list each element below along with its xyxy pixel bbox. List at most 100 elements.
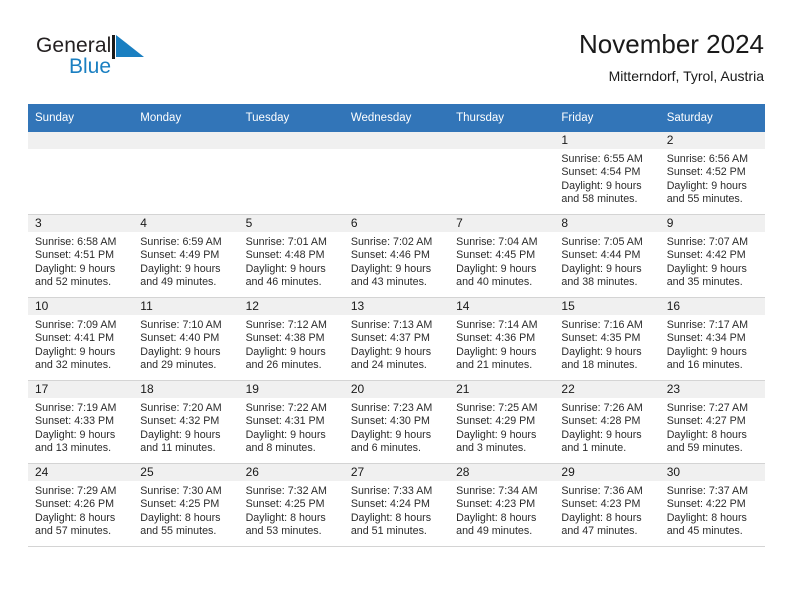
sunrise-text: Sunrise: 7:07 AM — [666, 236, 749, 248]
calendar-week-row: 10 Sunrise: 7:09 AM Sunset: 4:41 PM Dayligh… — [28, 297, 765, 381]
sunset-text: Sunset: 4:32 PM — [140, 415, 220, 428]
calendar-day-cell[interactable]: 21 Sunrise: 7:25 AM Sunset: 4:29 PM Dayligh… — [449, 380, 555, 464]
sunset-text: Sunset: 4:44 PM — [561, 249, 641, 262]
calendar-day-cell[interactable]: 14 Sunrise: 7:14 AM Sunset: 4:36 PM Dayligh… — [449, 297, 555, 381]
calendar-day-cell[interactable]: 26 Sunrise: 7:32 AM Sunset: 4:25 PM Dayligh… — [238, 463, 344, 547]
daylight-text-line1: Daylight: 9 hours — [140, 262, 221, 275]
day-number: 28 — [449, 464, 555, 481]
sunset-text: Sunset: 4:40 PM — [140, 332, 220, 345]
daylight-text-line1: Daylight: 9 hours — [561, 262, 642, 275]
day-number: 5 — [238, 215, 344, 232]
sunrise-text: Sunrise: 7:16 AM — [561, 319, 643, 331]
calendar-day-cell[interactable]: 22 Sunrise: 7:26 AM Sunset: 4:28 PM Dayligh… — [554, 380, 660, 464]
brand-logo[interactable]: General Blue — [36, 34, 256, 90]
daylight-text-line1: Daylight: 8 hours — [666, 511, 747, 524]
daylight-text-line1: Daylight: 9 hours — [456, 428, 537, 441]
sunset-text: Sunset: 4:27 PM — [666, 415, 746, 428]
calendar-day-cell[interactable]: 15 Sunrise: 7:16 AM Sunset: 4:35 PM Dayligh… — [554, 297, 660, 381]
calendar-day-cell[interactable]: 4 Sunrise: 6:59 AM Sunset: 4:49 PM Daylight… — [133, 214, 239, 298]
calendar-day-cell[interactable]: 30 Sunrise: 7:37 AM Sunset: 4:22 PM Dayligh… — [659, 463, 765, 547]
daylight-text-line1: Daylight: 9 hours — [666, 345, 747, 358]
daylight-text-line2: and 59 minutes. — [666, 441, 743, 454]
day-details: Sunrise: 6:56 AM Sunset: 4:52 PM Daylight:… — [660, 149, 765, 206]
sunrise-text: Sunrise: 7:01 AM — [245, 236, 327, 248]
daylight-text-line2: and 16 minutes. — [666, 358, 743, 371]
calendar-day-cell[interactable]: 6 Sunrise: 7:02 AM Sunset: 4:46 PM Daylight… — [343, 214, 450, 298]
day-details: Sunrise: 7:33 AM Sunset: 4:24 PM Daylight:… — [344, 481, 449, 538]
sunset-text: Sunset: 4:23 PM — [456, 498, 536, 511]
title-block: November 2024 Mitterndorf, Tyrol, Austri… — [579, 28, 764, 86]
calendar-day-cell[interactable]: 16 Sunrise: 7:17 AM Sunset: 4:34 PM Dayligh… — [659, 297, 765, 381]
day-number: 19 — [238, 381, 344, 398]
sunrise-text: Sunrise: 7:30 AM — [140, 485, 222, 497]
daylight-text-line1: Daylight: 9 hours — [666, 262, 747, 275]
daylight-text-line2: and 35 minutes. — [666, 275, 743, 288]
calendar-day-cell[interactable]: 18 Sunrise: 7:20 AM Sunset: 4:32 PM Dayligh… — [133, 380, 239, 464]
day-number: 12 — [238, 298, 344, 315]
sunrise-sunset-calendar: Sunday Monday Tuesday Wednesday Thursday… — [28, 104, 765, 547]
sunset-text: Sunset: 4:31 PM — [245, 415, 325, 428]
sunrise-text: Sunrise: 7:27 AM — [666, 402, 749, 414]
day-number: 11 — [133, 298, 239, 315]
daylight-text-line1: Daylight: 8 hours — [666, 428, 747, 441]
daylight-text-line1: Daylight: 9 hours — [245, 345, 326, 358]
calendar-day-cell[interactable]: 28 Sunrise: 7:34 AM Sunset: 4:23 PM Dayligh… — [449, 463, 555, 547]
page-title: November 2024 — [579, 29, 764, 59]
daylight-text-line1: Daylight: 8 hours — [456, 511, 537, 524]
calendar-day-cell[interactable]: 23 Sunrise: 7:27 AM Sunset: 4:27 PM Dayligh… — [659, 380, 765, 464]
calendar-day-cell[interactable]: 12 Sunrise: 7:12 AM Sunset: 4:38 PM Dayligh… — [238, 297, 344, 381]
calendar-day-cell[interactable]: 27 Sunrise: 7:33 AM Sunset: 4:24 PM Dayligh… — [343, 463, 450, 547]
daylight-text-line2: and 38 minutes. — [561, 275, 638, 288]
calendar-day-cell[interactable]: 24 Sunrise: 7:29 AM Sunset: 4:26 PM Dayligh… — [28, 463, 134, 547]
sunset-text: Sunset: 4:26 PM — [35, 498, 115, 511]
calendar-day-cell[interactable]: 11 Sunrise: 7:10 AM Sunset: 4:40 PM Dayligh… — [133, 297, 239, 381]
calendar-day-cell[interactable]: 8 Sunrise: 7:05 AM Sunset: 4:44 PM Daylight… — [554, 214, 660, 298]
brand-name-blue: Blue — [69, 55, 112, 78]
calendar-day-cell[interactable]: 7 Sunrise: 7:04 AM Sunset: 4:45 PM Daylight… — [449, 214, 555, 298]
calendar-day-cell[interactable]: 19 Sunrise: 7:22 AM Sunset: 4:31 PM Dayligh… — [238, 380, 344, 464]
sunset-text: Sunset: 4:51 PM — [35, 249, 115, 262]
day-number — [343, 132, 450, 149]
calendar-day-cell[interactable]: 20 Sunrise: 7:23 AM Sunset: 4:30 PM Dayligh… — [343, 380, 450, 464]
calendar-day-cell[interactable]: 1 Sunrise: 6:55 AM Sunset: 4:54 PM Daylight… — [554, 132, 660, 215]
daylight-text-line2: and 52 minutes. — [35, 275, 112, 288]
calendar-day-cell[interactable]: 25 Sunrise: 7:30 AM Sunset: 4:25 PM Dayligh… — [133, 463, 239, 547]
sunrise-text: Sunrise: 7:09 AM — [35, 319, 117, 331]
daylight-text-line2: and 40 minutes. — [456, 275, 533, 288]
calendar-day-cell[interactable]: 29 Sunrise: 7:36 AM Sunset: 4:23 PM Dayligh… — [554, 463, 660, 547]
calendar-day-cell[interactable]: 9 Sunrise: 7:07 AM Sunset: 4:42 PM Daylight… — [659, 214, 765, 298]
weekday-header-monday: Monday — [133, 104, 239, 132]
calendar-day-cell[interactable]: 2 Sunrise: 6:56 AM Sunset: 4:52 PM Daylight… — [659, 132, 765, 215]
sunset-text: Sunset: 4:33 PM — [35, 415, 115, 428]
daylight-text-line1: Daylight: 9 hours — [561, 345, 642, 358]
daylight-text-line1: Daylight: 9 hours — [350, 262, 432, 275]
page-subtitle: Mitterndorf, Tyrol, Austria — [608, 68, 764, 84]
sunrise-text: Sunrise: 7:37 AM — [666, 485, 749, 497]
day-details: Sunrise: 7:19 AM Sunset: 4:33 PM Daylight:… — [28, 398, 133, 455]
weekday-header-saturday: Saturday — [659, 104, 765, 132]
sunrise-text: Sunrise: 7:17 AM — [666, 319, 749, 331]
calendar-day-cell[interactable]: 5 Sunrise: 7:01 AM Sunset: 4:48 PM Daylight… — [238, 214, 344, 298]
sunset-text: Sunset: 4:46 PM — [350, 249, 430, 262]
weekday-header-sunday: Sunday — [28, 104, 134, 132]
sunrise-text: Sunrise: 7:02 AM — [350, 236, 433, 248]
calendar-day-cell[interactable]: 17 Sunrise: 7:19 AM Sunset: 4:33 PM Dayligh… — [28, 380, 134, 464]
calendar-day-cell[interactable]: 10 Sunrise: 7:09 AM Sunset: 4:41 PM Dayligh… — [28, 297, 134, 381]
sunrise-text: Sunrise: 7:10 AM — [140, 319, 222, 331]
weekday-header-friday: Friday — [554, 104, 660, 132]
daylight-text-line1: Daylight: 9 hours — [245, 428, 326, 441]
day-number: 17 — [28, 381, 134, 398]
day-details: Sunrise: 6:58 AM Sunset: 4:51 PM Daylight:… — [28, 232, 133, 289]
daylight-text-line2: and 49 minutes. — [140, 275, 217, 288]
sunset-text: Sunset: 4:23 PM — [561, 498, 641, 511]
daylight-text-line2: and 55 minutes. — [666, 192, 743, 205]
page-header: General Blue November 2024 Mitterndorf, … — [28, 28, 764, 96]
day-details: Sunrise: 7:23 AM Sunset: 4:30 PM Daylight:… — [344, 398, 449, 455]
calendar-day-cell[interactable]: 3 Sunrise: 6:58 AM Sunset: 4:51 PM Daylight… — [28, 214, 134, 298]
day-number — [133, 132, 239, 149]
daylight-text-line1: Daylight: 9 hours — [456, 262, 537, 275]
sunset-text: Sunset: 4:45 PM — [456, 249, 536, 262]
calendar-day-cell[interactable]: 13 Sunrise: 7:13 AM Sunset: 4:37 PM Dayligh… — [343, 297, 450, 381]
sunrise-text: Sunrise: 7:22 AM — [245, 402, 327, 414]
weekday-header-wednesday: Wednesday — [343, 104, 450, 132]
